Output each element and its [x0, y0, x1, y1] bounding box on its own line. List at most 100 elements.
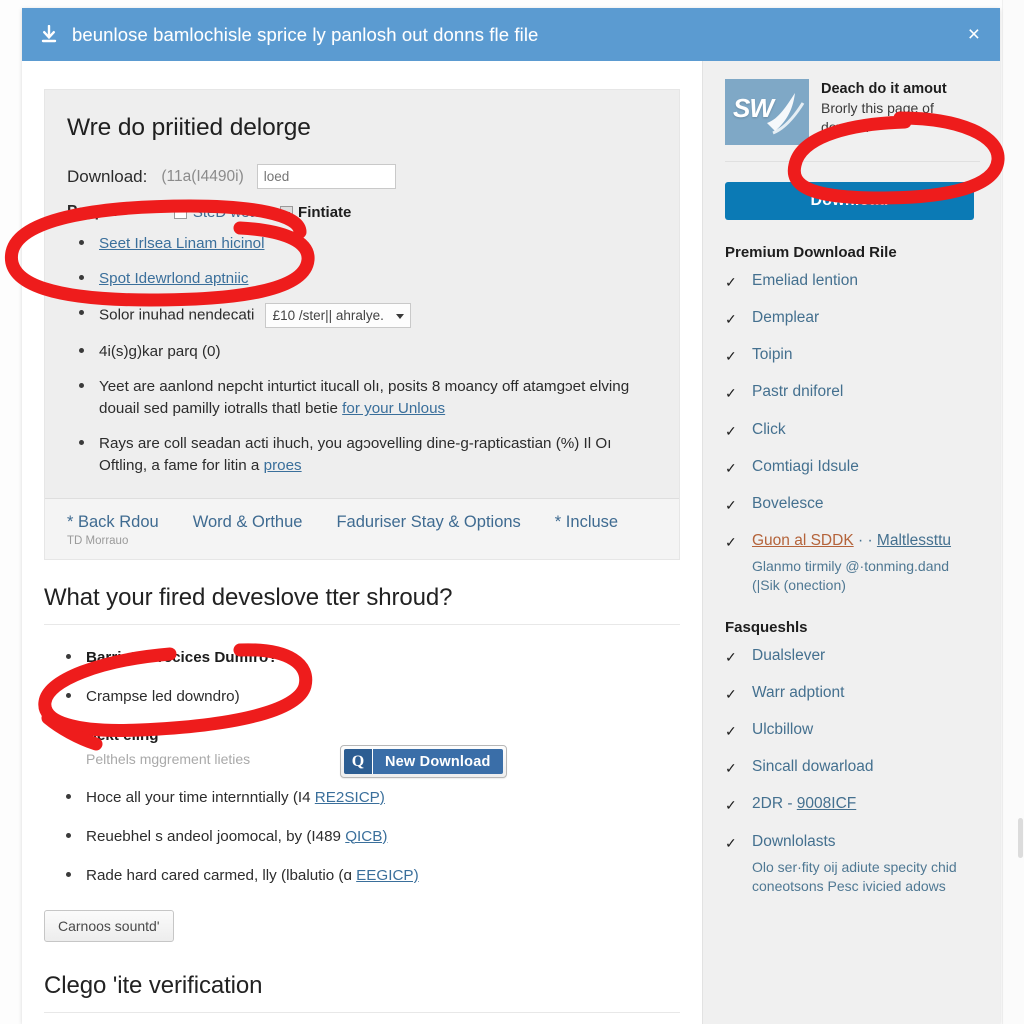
check-icon: ✓: [725, 385, 737, 402]
download-input[interactable]: [256, 164, 396, 189]
s2-item-6-link[interactable]: EEGICP): [356, 867, 418, 884]
sidebar: SW Deach do it amout Brorly this page of…: [702, 61, 1000, 1024]
faq-item-4[interactable]: Sincall dowarload: [752, 758, 874, 775]
s2-item-5: Reuebhel s andeol joomocal, by: [86, 827, 303, 845]
swoosh-icon: [767, 93, 805, 135]
check-icon: ✓: [725, 834, 737, 851]
footer-subtext: TD Morrauo: [67, 535, 129, 548]
s2-item-3: Nekt eling: [86, 727, 159, 745]
s2-item-4-link[interactable]: RE2SICP): [315, 789, 385, 806]
chevron-down-icon: [395, 314, 404, 320]
quality-select-value: £10 /ster|| ahralye.: [272, 308, 384, 324]
list-item: ✓ Sincall dowarload: [725, 757, 980, 777]
faq-item-2[interactable]: Warr adptiont: [752, 684, 844, 701]
list-item: ✓ Toipin: [725, 345, 980, 365]
s2-item-6-tail: (lbalutio (ɑ: [281, 866, 352, 884]
bullet-link-6-tail[interactable]: proes: [264, 457, 302, 474]
list-item: ✓ Guon al SDDK · · Maltlessttu: [725, 531, 980, 551]
download-button[interactable]: Download: [725, 182, 974, 220]
download-arrow-icon: [40, 24, 58, 45]
promo-thumbnail: SW: [725, 79, 809, 145]
check-icon: ✓: [725, 760, 737, 777]
faq-item-5-link[interactable]: 9008ICF: [797, 795, 856, 812]
check-icon: ✓: [725, 723, 737, 740]
premium-item-7[interactable]: Bovelesce: [752, 495, 824, 512]
check-icon: ✓: [725, 686, 737, 703]
check-icon: ✓: [725, 422, 737, 439]
s2-item-1: Barrieta Precices Dumfro?: [86, 649, 278, 667]
dialog-body: Wre do priitied delorge Download: (11a(I…: [22, 61, 1000, 1024]
page-scrollbar-track[interactable]: [1002, 0, 1024, 1024]
bullet-text-6: Rays are coll seadan acti ihuch, you agɔ…: [99, 435, 612, 475]
close-icon[interactable]: ×: [962, 22, 986, 47]
check-icon: ✓: [725, 348, 737, 365]
list-item: Barrieta Precices Dumfro?: [64, 647, 680, 669]
s2-item-4-tail: (I4: [292, 788, 311, 806]
check-icon: ✓: [725, 648, 737, 665]
list-item: 4i(s)g)kar parq (0): [77, 341, 657, 363]
check-icon: ✓: [725, 274, 737, 290]
premium-item-2[interactable]: Demplear: [752, 309, 819, 326]
quality-select[interactable]: £10 /ster|| ahralye.: [264, 303, 411, 329]
download-meta: (11a(I4490i): [161, 167, 244, 185]
footer-tab-row: * Back Rdou Word & Orthue Faduriser Stay…: [67, 513, 657, 532]
premium-item-5[interactable]: Click: [752, 421, 786, 438]
card-title: Wre do priitied delorge: [67, 114, 311, 141]
list-item: Rays are coll seadan acti ihuch, you agɔ…: [77, 433, 657, 477]
fintiate-radio[interactable]: [280, 205, 294, 219]
stet-checkbox-label: SteD wete: [192, 203, 263, 221]
bullet-text-3: Solor inuhad nendecati: [99, 306, 255, 324]
footer-tab-word[interactable]: Word & Orthue: [193, 513, 303, 532]
card-bullet-list: Seet Irlsea Linam hicinol Spot Idewrlond…: [67, 233, 657, 477]
premium-heading: Premium Download Rile: [725, 244, 897, 261]
page-scrollbar-thumb[interactable]: [1018, 818, 1023, 858]
list-item: ✓ Comtiagi Idsule: [725, 457, 980, 477]
faq-item-1[interactable]: Dualslever: [752, 647, 825, 664]
bullet-link-2[interactable]: Spot Idewrlond aptniic: [99, 270, 248, 287]
faq-list: ✓ Dualslever ✓ Warr adptiont ✓ Ulcbillow ✓ S…: [725, 646, 980, 852]
section2-body: Barrieta Precices Dumfro? Crampse led do…: [44, 625, 680, 942]
dialog-title: beunlose bamlochisle sprice ly panlosh o…: [72, 23, 539, 45]
section3-heading: Clego 'ite verification: [44, 972, 680, 1013]
premium-item-8-sep: · ·: [853, 531, 877, 549]
faq-item-6[interactable]: Downlolasts: [752, 833, 836, 850]
list-item: ✓ 2DR - 9008ICF: [725, 794, 980, 814]
list-item: Rade hard cared carmed, lly (lbalutio (ɑ…: [64, 865, 680, 887]
card-footer: * Back Rdou Word & Orthue Faduriser Stay…: [45, 498, 679, 560]
list-item: Spot Idewrlond aptniic: [77, 268, 657, 290]
premium-item-8-sdk-link[interactable]: Guon al SDDK: [752, 532, 854, 549]
check-icon: ✓: [725, 533, 737, 550]
new-download-button-label: New Download: [372, 749, 503, 775]
premium-item-4[interactable]: Pastr dniforel: [752, 383, 843, 400]
premium-item-8-alt-link[interactable]: Maltlessttu: [877, 532, 951, 549]
list-item: ✓ Downlolasts: [725, 832, 980, 852]
premium-item-3[interactable]: Toipin: [752, 346, 793, 363]
list-item: ✓ Warr adptiont: [725, 683, 980, 703]
footer-tab-back[interactable]: * Back Rdou: [67, 513, 159, 532]
promo-text: Deach do it amout Brorly this page of do…: [821, 79, 980, 145]
download-dialog: beunlose bamlochisle sprice ly panlosh o…: [22, 8, 1000, 1024]
carnoos-sound-button[interactable]: Carnoos sountd': [44, 909, 174, 942]
s2-item-2: Crampse led downdro): [86, 688, 240, 706]
bullet-link-1[interactable]: Seet Irlsea Linam hicinol: [99, 235, 264, 252]
new-download-button[interactable]: Q New Download: [340, 745, 507, 779]
type-label: Paype:: [67, 203, 118, 220]
list-item: Yeet are aanlond nepcht inturtict itucal…: [77, 376, 657, 420]
section2-heading: What your fired deveslove tter shroud?: [44, 584, 680, 626]
footer-tab-options[interactable]: Faduriser Stay & Options: [336, 513, 520, 532]
faq-item-3[interactable]: Ulcbillow: [752, 721, 813, 738]
faq-heading: Fasqueshls: [725, 618, 808, 636]
footer-tab-incluse[interactable]: * Incluse: [555, 513, 618, 532]
premium-item-1[interactable]: Emeliad lention: [752, 272, 858, 289]
list-item: ✓ Click: [725, 420, 980, 440]
list-item: Seet Irlsea Linam hicinol: [77, 233, 657, 255]
bullet-link-5-tail[interactable]: for your Unlous: [342, 400, 445, 417]
screen-root: beunlose bamlochisle sprice ly panlosh o…: [0, 0, 1024, 1024]
main-content-column: Wre do priitied delorge Download: (11a(I…: [22, 61, 702, 1024]
quick-download-icon: Q: [344, 749, 372, 775]
premium-item-6[interactable]: Comtiagi Idsule: [752, 458, 859, 475]
s2-item-5-link[interactable]: QICB): [345, 828, 387, 845]
stet-checkbox[interactable]: [173, 205, 187, 219]
list-item: Hoce all your time internntially (I4 RE2…: [64, 787, 680, 809]
list-item: ✓ Emeliad lention: [725, 271, 980, 291]
